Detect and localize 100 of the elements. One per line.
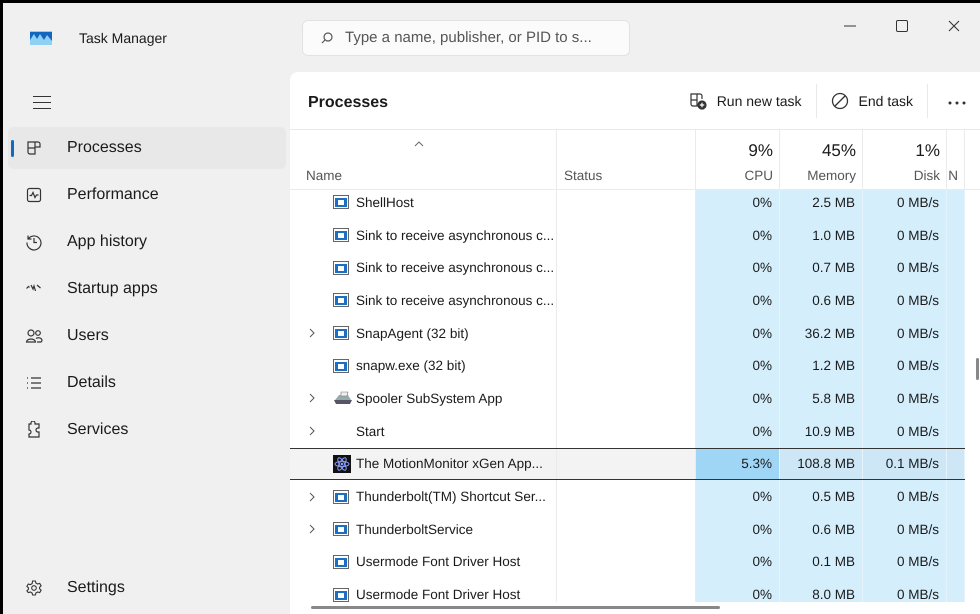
memory-cell: 8.0 MB [780,578,863,602]
disk-cell: 0 MB/s [863,512,947,546]
app-window-icon [333,293,349,308]
disk-cell: 0 MB/s [863,578,947,602]
cpu-cell: 0% [696,218,780,252]
chevron-icon[interactable] [308,524,314,534]
disk-cell: 0.1 MB/s [863,448,947,480]
memory-cell: 108.8 MB [780,448,863,480]
prohibited-icon [830,92,849,110]
cpu-cell: 0% [696,546,780,578]
column-header[interactable]: 1% Disk [863,130,947,189]
settings-icon [26,580,42,596]
cpu-cell: 0% [696,414,780,448]
process-name: Usermode Font Driver Host [356,554,520,570]
memory-cell: 0.6 MB [780,512,863,546]
process-row[interactable]: ShellHost 0% 2.5 MB 0 MB/s [290,190,965,219]
column-header[interactable]: 45% Memory [780,130,863,189]
disk-cell: 0 MB/s [863,349,947,382]
process-name: The MotionMonitor xGen App... [356,456,543,472]
disk-cell: 0 MB/s [863,480,947,513]
cpu-cell: 0% [696,480,780,513]
minimize-icon [844,24,856,26]
process-row[interactable]: Usermode Font Driver Host 0% 0.1 MB 0 MB/s [290,546,965,578]
process-row[interactable]: Sink to receive asynchronous c... 0% 0.6 MB 0 MB/s [290,284,965,317]
printer-icon [333,391,353,406]
process-name: Sink to receive asynchronous c... [356,292,554,308]
memory-cell: 0.7 MB [780,251,863,284]
chevron-icon[interactable] [308,492,314,502]
app-window-icon [333,358,349,373]
process-name: Start [356,424,385,439]
disk-cell: 0 MB/s [863,284,947,317]
process-row[interactable]: Sink to receive asynchronous c... 0% 0.7 MB 0 MB/s [290,251,965,284]
column-header[interactable]: Name [290,130,557,189]
nav-item[interactable]: App history [8,221,286,263]
memory-cell: 0.6 MB [780,284,863,317]
process-row[interactable]: Start 0% 10.9 MB 0 MB/s [290,414,965,448]
nav-item[interactable]: Processes [8,127,286,169]
column-header[interactable]: Status [557,130,696,189]
process-row[interactable]: ThunderboltService 0% 0.6 MB 0 MB/s [290,512,965,546]
process-row[interactable]: snapw.exe (32 bit) 0% 1.2 MB 0 MB/s [290,349,965,382]
process-row[interactable]: Thunderbolt(TM) Shortcut Ser... 0% 0.5 MB 0 MB/s [290,480,965,513]
disk-cell: 0 MB/s [863,414,947,448]
toolbar-button[interactable]: Run new task [678,82,812,118]
memory-cell: 0.1 MB [780,546,863,578]
users-icon [25,328,43,344]
column-header[interactable]: 9% CPU [696,130,780,189]
search-field[interactable]: Type a name, publisher, or PID to s... [302,20,630,56]
app-window-icon [333,554,349,569]
cpu-cell: 0% [696,251,780,284]
cpu-cell: 0% [696,316,780,350]
process-name: Usermode Font Driver Host [356,587,520,602]
add-task-icon [688,92,707,110]
column-header[interactable]: N [947,130,965,189]
process-name: Sink to receive asynchronous c... [356,228,554,243]
process-row[interactable]: The MotionMonitor xGen App... 5.3% 108.8 MB 0.1 MB/s [290,448,965,480]
process-name: Thunderbolt(TM) Shortcut Ser... [356,489,546,504]
toolbar-button[interactable]: End task [820,82,923,118]
chevron-icon[interactable] [308,393,314,404]
scrollbar-thumb[interactable] [311,606,720,609]
nav-item[interactable]: Details [8,362,286,404]
disk-cell: 0 MB/s [863,316,947,350]
process-name: Spooler SubSystem App [356,390,502,406]
chevron-icon[interactable] [308,328,314,338]
memory-cell: 1.0 MB [780,218,863,252]
atom-icon [333,454,351,473]
settings-item[interactable]: Settings [8,567,286,609]
disk-cell: 0 MB/s [863,190,947,219]
process-row[interactable]: Sink to receive asynchronous c... 0% 1.0 MB 0 MB/s [290,218,965,252]
nav-item[interactable]: Startup apps [8,268,286,310]
memory-cell: 0.5 MB [780,480,863,513]
cpu-cell: 0% [696,284,780,317]
disk-cell: 0 MB/s [863,382,947,415]
disk-cell: 0 MB/s [863,218,947,252]
nav-item[interactable]: Services [8,409,286,451]
process-name: ShellHost [356,194,414,210]
history-icon [25,233,43,251]
more-icon [948,101,966,105]
app-window-icon [333,326,349,340]
cpu-cell: 0% [696,349,780,382]
memory-cell: 2.5 MB [780,190,863,219]
process-name: snapw.exe (32 bit) [356,358,466,374]
cpu-cell: 0% [696,382,780,415]
process-row[interactable]: Spooler SubSystem App 0% 5.8 MB 0 MB/s [290,382,965,415]
app-window-icon [333,195,349,210]
list-icon [26,376,42,390]
cpu-cell: 0% [696,512,780,546]
memory-cell: 1.2 MB [780,349,863,382]
app-window-icon [333,260,349,275]
nav-item[interactable]: Performance [8,174,286,216]
page-title: Processes [308,94,390,112]
app-window-icon [333,490,349,504]
chevron-icon[interactable] [308,426,314,436]
nav-item[interactable]: Users [8,315,286,357]
menu-icon[interactable] [33,96,51,108]
memory-cell: 10.9 MB [780,414,863,448]
grid-icon [26,140,42,156]
cpu-cell: 0% [696,190,780,219]
process-row[interactable]: SnapAgent (32 bit) 0% 36.2 MB 0 MB/s [290,316,965,350]
scrollbar-thumb[interactable] [976,358,979,380]
puzzle-icon [26,421,42,439]
